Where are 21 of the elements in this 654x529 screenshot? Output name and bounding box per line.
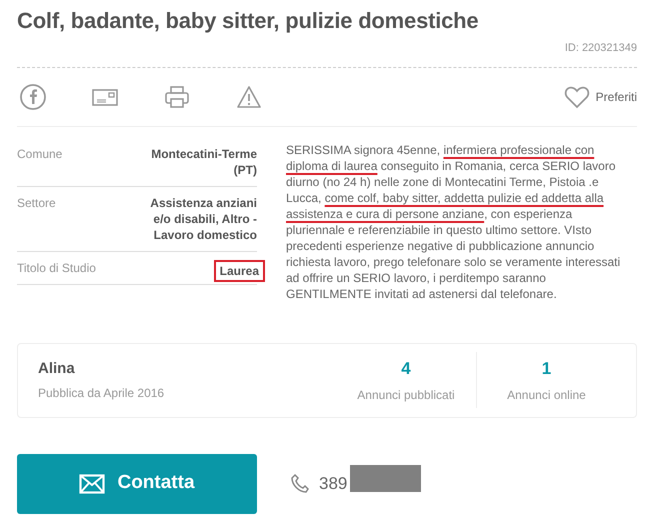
contact-button[interactable]: Contatta [17,454,257,514]
ad-description: SERISSIMA signora 45enne, infermiera professionale con diploma di laurea conseguito in Romania, cerca SERIO lavoro diurno (no 24 h) nelle zone di Montecatini Terme, Pistoia .e Lucca, come colf, baby sitter, addetta pulizie ed addetta alla assistenza e cura di persone anziane, con esperienza pluriennale e referenziabile in questo ultimo settore. VIsto precedenti esperienze negative di pubblicazione annuncio richiesta lavoro, prego telefonare solo se veramente interessati ad offrire un SERIO lavoro, i perditempo saranno GENTILMENTE invitati ad astenersi dal telefonare. [286,142,622,302]
advertiser-name: Alina [38,358,76,379]
stat-label: Annunci online [507,386,586,404]
ad-id: ID: 220321349 [564,41,637,56]
stat-value: 1 [542,358,552,380]
detail-label: Settore [17,194,56,212]
detail-value: Assistenza anziani e/o disabili, Altro - Lavoro domestico [149,194,257,242]
member-since: Pubblica da Aprile 2016 [38,385,166,402]
phone-number: 389 [319,472,348,495]
stat-value: 4 [401,358,411,380]
detail-label: Titolo di Studio [17,260,96,276]
page-title: Colf, badante, baby sitter, pulizie domestiche [17,7,480,35]
stat-label: Annunci pubblicati [357,386,455,404]
detail-label: Comune [17,146,62,162]
envelope-icon [79,474,106,494]
detail-value: Montecatini-Terme (PT) [150,146,257,178]
heart-icon [564,84,590,108]
facebook-icon[interactable] [19,82,47,110]
detail-value: Laurea [214,260,265,282]
favorites-button[interactable]: Preferiti [564,84,637,108]
